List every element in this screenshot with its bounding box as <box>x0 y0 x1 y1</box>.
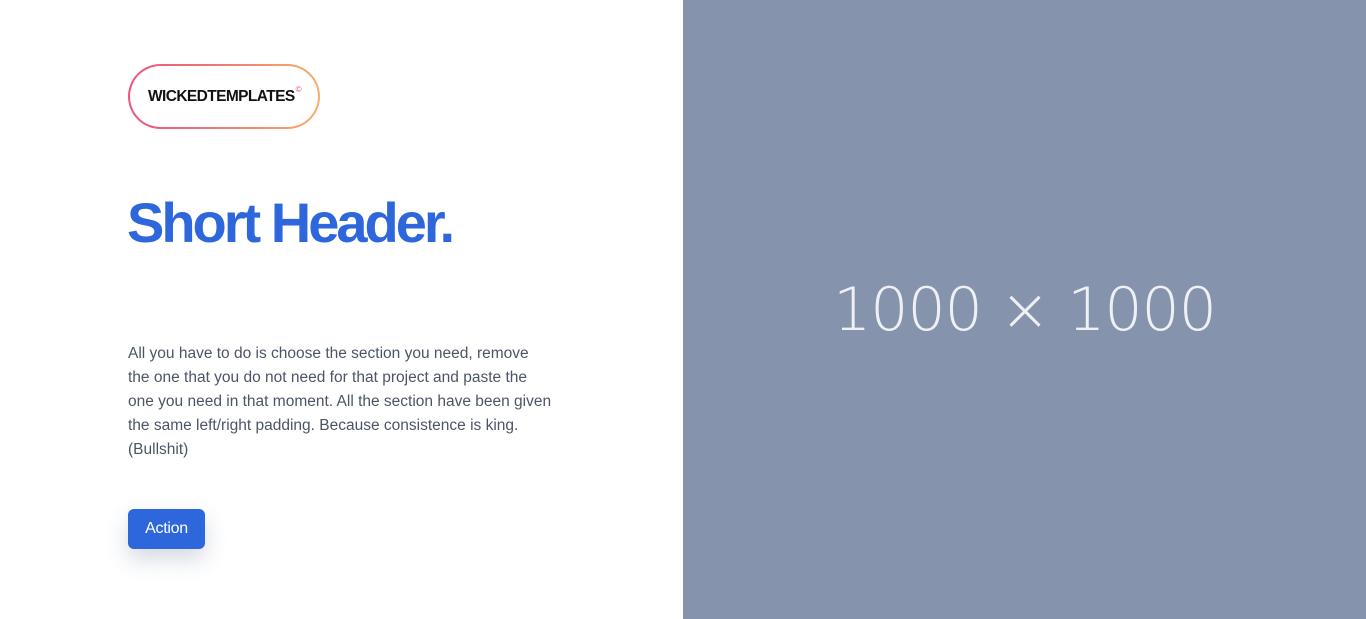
logo-link[interactable]: WICKEDTEMPLATES © <box>128 64 320 129</box>
logo-text: WICKEDTEMPLATES <box>148 87 295 105</box>
page-title: Short Header. <box>127 191 455 254</box>
copyright-icon: © <box>295 84 302 94</box>
page: WICKEDTEMPLATES © Short Header. All you … <box>0 0 1366 619</box>
image-placeholder: 1000 × 1000 <box>683 0 1366 619</box>
intro-paragraph: All you have to do is choose the section… <box>128 345 552 458</box>
logo-badge: WICKEDTEMPLATES © <box>130 66 318 127</box>
action-button[interactable]: Action <box>128 509 205 549</box>
image-placeholder-label: 1000 × 1000 <box>833 274 1217 345</box>
content-panel: WICKEDTEMPLATES © Short Header. All you … <box>0 0 683 619</box>
